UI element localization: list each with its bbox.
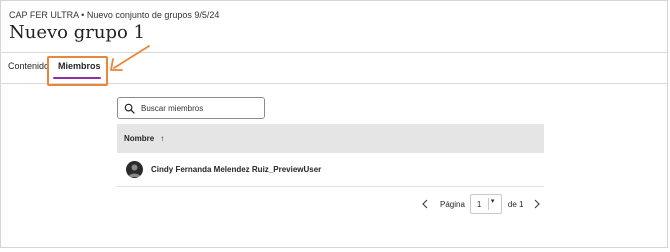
sort-ascending-icon: ↑: [160, 134, 165, 143]
pagination: Página 1 ▾ de 1: [418, 193, 544, 215]
divider: [0, 83, 668, 84]
member-name[interactable]: Cindy Fernanda Melendez Ruiz_PreviewUser: [151, 165, 321, 174]
chevron-left-icon: [422, 199, 428, 209]
tab-contenido[interactable]: Contenido: [8, 61, 49, 71]
page-select[interactable]: 1 ▾: [469, 194, 502, 214]
table-header: Nombre ↑: [117, 124, 544, 153]
tab-miembros[interactable]: Miembros: [58, 61, 101, 71]
next-page-button[interactable]: [530, 197, 544, 211]
column-header-nombre[interactable]: Nombre ↑: [124, 134, 164, 143]
search-input[interactable]: [141, 103, 261, 113]
breadcrumb[interactable]: CAP FER ULTRA • Nuevo conjunto de grupos…: [9, 10, 219, 20]
page-title: Nuevo grupo 1: [9, 22, 145, 43]
divider: [487, 198, 489, 210]
pagination-total: de 1: [507, 199, 524, 209]
search-icon: [124, 103, 135, 114]
column-header-label: Nombre: [124, 134, 155, 143]
page-select-value: 1: [476, 199, 482, 209]
active-tab-indicator: [53, 77, 101, 79]
chevron-down-icon: ▾: [490, 198, 495, 205]
previous-page-button[interactable]: [418, 197, 432, 211]
table-row[interactable]: Cindy Fernanda Melendez Ruiz_PreviewUser: [117, 153, 544, 187]
search-box[interactable]: [117, 97, 265, 119]
chevron-right-icon: [534, 199, 540, 209]
pagination-label: Página: [440, 199, 465, 209]
user-silhouette-icon: [128, 164, 141, 177]
avatar: [126, 161, 143, 178]
annotation-arrow-icon: [110, 45, 150, 71]
